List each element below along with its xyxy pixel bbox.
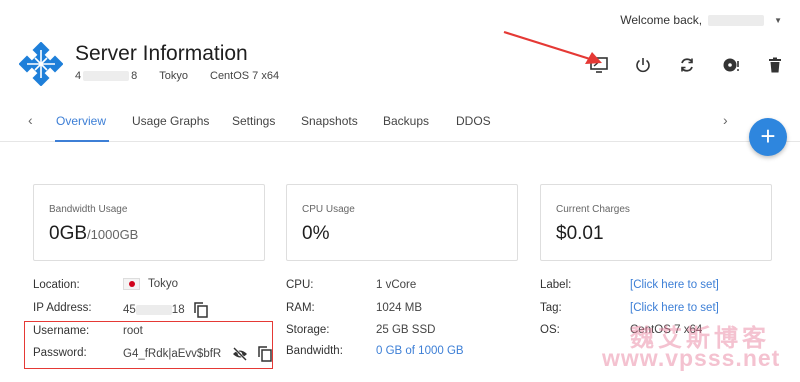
card-value: 0GB/1000GB <box>49 223 139 244</box>
tab-backups[interactable]: Backups <box>383 114 429 128</box>
card-label: Bandwidth Usage <box>49 204 128 215</box>
watermark-url: www.vpsss.net <box>602 345 781 371</box>
tab-bar: ‹ Overview Usage Graphs Settings Snapsho… <box>0 110 800 142</box>
server-actions <box>588 54 786 76</box>
restart-icon <box>681 58 693 72</box>
trash-icon <box>769 57 781 73</box>
label-label: Label: <box>540 279 572 291</box>
active-tab-indicator <box>55 140 109 142</box>
cpu-label: CPU: <box>286 279 314 291</box>
welcome-text: Welcome back, <box>620 13 703 27</box>
credentials-highlight-box <box>24 321 273 369</box>
power-icon <box>636 58 650 73</box>
username-redacted <box>708 14 765 26</box>
add-button[interactable]: + <box>749 118 787 156</box>
card-label: CPU Usage <box>302 204 355 215</box>
tab-snapshots[interactable]: Snapshots <box>301 114 358 128</box>
user-menu[interactable]: Welcome back, ▼ <box>620 13 782 27</box>
ram-value: 1024 MB <box>376 302 423 314</box>
bandwidth-value-link[interactable]: 0 GB of 1000 GB <box>376 345 464 357</box>
power-button[interactable] <box>632 54 654 76</box>
tab-ddos[interactable]: DDOS <box>456 114 491 128</box>
bandwidth-usage-card: Bandwidth Usage 0GB/1000GB <box>33 184 265 261</box>
ip-label: IP Address: <box>33 302 92 314</box>
storage-value: 25 GB SSD <box>376 324 436 336</box>
server-subinfo: 48 Tokyo CentOS 7 x64 <box>75 70 279 82</box>
bandwidth-label: Bandwidth: <box>286 345 343 357</box>
japan-flag-icon <box>123 278 140 290</box>
tabs-next-icon[interactable]: › <box>723 112 728 128</box>
ip-value: 45 18 <box>123 302 208 318</box>
set-label-link[interactable]: [Click here to set] <box>630 279 719 291</box>
tabs-prev-icon[interactable]: ‹ <box>28 112 33 128</box>
tab-overview[interactable]: Overview <box>56 114 106 128</box>
tag-label: Tag: <box>540 302 562 314</box>
storage-label: Storage: <box>286 324 330 336</box>
tab-settings[interactable]: Settings <box>232 114 275 128</box>
annotation-arrow <box>503 30 602 64</box>
card-value: $0.01 <box>556 223 604 244</box>
vultr-logo-icon <box>19 42 63 86</box>
caret-down-icon: ▼ <box>774 15 782 25</box>
server-os: CentOS 7 x64 <box>210 70 280 82</box>
page-title: Server Information <box>75 42 248 65</box>
location-label: Location: <box>33 279 80 291</box>
os-label: OS: <box>540 324 560 336</box>
destroy-button[interactable] <box>764 54 786 76</box>
tab-usage-graphs[interactable]: Usage Graphs <box>132 114 209 128</box>
location-value: Tokyo <box>123 278 178 290</box>
reinstall-icon <box>723 58 739 72</box>
server-location: Tokyo <box>159 70 188 82</box>
ram-label: RAM: <box>286 302 315 314</box>
card-value: 0% <box>302 223 330 244</box>
card-label: Current Charges <box>556 204 630 215</box>
cpu-usage-card: CPU Usage 0% <box>286 184 518 261</box>
cpu-value: 1 vCore <box>376 279 417 291</box>
current-charges-card: Current Charges $0.01 <box>540 184 772 261</box>
copy-icon[interactable] <box>194 302 208 318</box>
server-id: 48 <box>75 70 138 82</box>
reinstall-button[interactable] <box>720 54 742 76</box>
set-tag-link[interactable]: [Click here to set] <box>630 302 719 314</box>
restart-button[interactable] <box>676 54 698 76</box>
